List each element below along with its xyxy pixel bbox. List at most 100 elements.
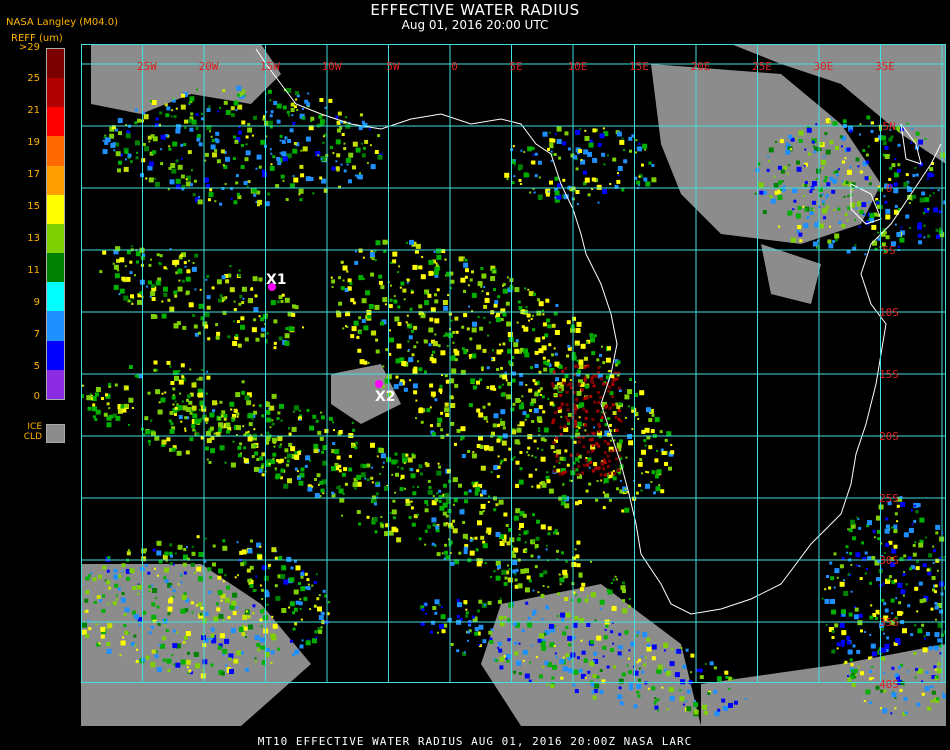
cloud-pixel — [276, 103, 282, 109]
cloud-pixel — [342, 327, 345, 330]
cloud-pixel — [176, 450, 182, 456]
cloud-pixel — [896, 232, 902, 238]
cloud-pixel — [176, 631, 178, 634]
cloud-pixel — [812, 200, 816, 205]
cloud-pixel — [395, 358, 401, 364]
cloud-pixel — [834, 238, 838, 242]
cloud-pixel — [531, 314, 534, 317]
cloud-pixel — [220, 599, 223, 602]
cloud-pixel — [166, 437, 171, 442]
cloud-pixel — [155, 117, 159, 121]
cloud-pixel — [82, 384, 84, 387]
cloud-pixel — [574, 419, 577, 423]
cloud-pixel — [516, 321, 519, 324]
cloud-pixel — [156, 540, 162, 546]
cloud-pixel — [239, 442, 243, 446]
cloud-pixel — [163, 286, 168, 292]
cloud-pixel — [893, 529, 898, 534]
cloud-pixel — [903, 696, 908, 701]
cloud-pixel — [580, 343, 586, 349]
cloud-pixel — [397, 321, 402, 326]
cloud-pixel — [545, 298, 550, 303]
cloud-pixel — [631, 406, 634, 410]
cloud-pixel — [506, 276, 509, 279]
cloud-pixel — [554, 176, 559, 181]
cloud-pixel — [477, 281, 483, 287]
cloud-pixel — [235, 392, 241, 398]
color-scale-step — [47, 136, 64, 166]
cloud-pixel — [247, 299, 252, 304]
cloud-pixel — [895, 638, 901, 643]
cloud-pixel — [246, 181, 249, 184]
cloud-pixel — [170, 422, 174, 426]
cloud-pixel — [609, 449, 613, 453]
cloud-pixel — [529, 661, 531, 664]
cloud-pixel — [926, 178, 929, 181]
cloud-pixel — [188, 669, 192, 673]
cloud-pixel — [197, 576, 203, 582]
cloud-pixel — [438, 499, 442, 503]
cloud-pixel — [929, 167, 934, 172]
cloud-pixel — [286, 453, 292, 459]
cloud-pixel — [519, 421, 525, 427]
cloud-pixel — [619, 479, 622, 482]
cloud-pixel — [460, 277, 466, 283]
cloud-pixel — [184, 416, 188, 420]
cloud-pixel — [802, 195, 805, 198]
cloud-pixel — [288, 606, 291, 609]
cloud-pixel — [190, 183, 193, 187]
cloud-pixel — [513, 175, 516, 178]
cloud-pixel — [380, 285, 385, 290]
cloud-pixel — [495, 503, 499, 507]
cloud-pixel — [617, 172, 619, 175]
cloud-pixel — [247, 548, 253, 554]
cloud-pixel — [480, 465, 486, 471]
cloud-pixel — [423, 339, 428, 344]
cloud-pixel — [597, 429, 601, 433]
cloud-pixel — [351, 326, 357, 332]
cloud-pixel — [923, 212, 925, 215]
cloud-pixel — [441, 629, 446, 634]
cloud-pixel — [444, 550, 448, 555]
cloud-pixel — [112, 142, 116, 146]
cloud-pixel — [926, 568, 930, 572]
cloud-pixel — [320, 411, 323, 414]
cloud-pixel — [230, 106, 235, 111]
color-scale-step — [47, 194, 64, 224]
cloud-pixel — [519, 381, 524, 386]
cloud-pixel — [314, 478, 317, 481]
cloud-pixel — [922, 647, 928, 653]
cloud-pixel — [559, 658, 565, 664]
cloud-pixel — [343, 142, 346, 145]
cloud-pixel — [115, 415, 121, 421]
cloud-pixel — [354, 250, 357, 253]
cloud-pixel — [240, 316, 245, 321]
cloud-pixel — [601, 152, 606, 157]
cloud-pixel — [266, 603, 269, 606]
cloud-pixel — [122, 636, 124, 639]
cloud-pixel — [321, 450, 325, 454]
cloud-pixel — [156, 550, 162, 556]
cloud-pixel — [716, 676, 722, 682]
cloud-pixel — [539, 573, 544, 578]
cloud-pixel — [394, 452, 398, 456]
cloud-pixel — [398, 381, 403, 386]
cloud-pixel — [900, 681, 905, 686]
cloud-pixel — [191, 119, 197, 125]
cloud-pixel — [139, 566, 144, 571]
cloud-pixel — [850, 663, 854, 667]
cloud-pixel — [566, 320, 571, 325]
cloud-pixel — [903, 554, 907, 558]
cloud-pixel — [453, 498, 458, 503]
cloud-pixel — [650, 429, 655, 434]
cloud-pixel — [519, 523, 524, 528]
cloud-pixel — [177, 268, 183, 274]
cloud-pixel — [537, 389, 541, 393]
cloud-pixel — [135, 660, 139, 663]
cloud-pixel — [616, 131, 622, 137]
cloud-pixel — [177, 583, 180, 586]
cloud-pixel — [563, 470, 567, 474]
cloud-pixel — [272, 155, 276, 159]
cloud-pixel — [164, 551, 169, 556]
cloud-pixel — [245, 135, 249, 139]
